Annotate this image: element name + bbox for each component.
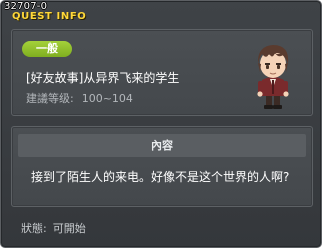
content-header: 內容 bbox=[18, 134, 306, 157]
status-label: 狀態: bbox=[21, 222, 47, 235]
level-range: 100~104 bbox=[81, 92, 133, 105]
quest-title: [好友故事]从异界飞来的学生 bbox=[26, 71, 180, 85]
window-title: QUEST INFO bbox=[12, 11, 87, 22]
level-label: 建議等级: bbox=[26, 92, 74, 105]
content-text: 接到了陌生人的来电。好像不是这个世界的人啊? bbox=[31, 170, 290, 184]
quest-status: 狀態: 可開始 bbox=[21, 220, 86, 236]
npc-student-portrait-icon bbox=[244, 36, 302, 110]
recommended-level: 建議等级: 100~104 bbox=[26, 90, 133, 106]
quest-content-panel: 內容 接到了陌生人的来电。好像不是这个世界的人啊? bbox=[11, 126, 313, 207]
quest-summary-panel: 一般 [好友故事]从异界飞来的学生 建議等级: 100~104 bbox=[11, 29, 313, 116]
status-value: 可開始 bbox=[52, 222, 86, 235]
quest-info-window: 32707-0 QUEST INFO 一般 [好友故事]从异界飞来的学生 建議等… bbox=[0, 0, 322, 248]
quest-category-badge: 一般 bbox=[22, 41, 72, 57]
